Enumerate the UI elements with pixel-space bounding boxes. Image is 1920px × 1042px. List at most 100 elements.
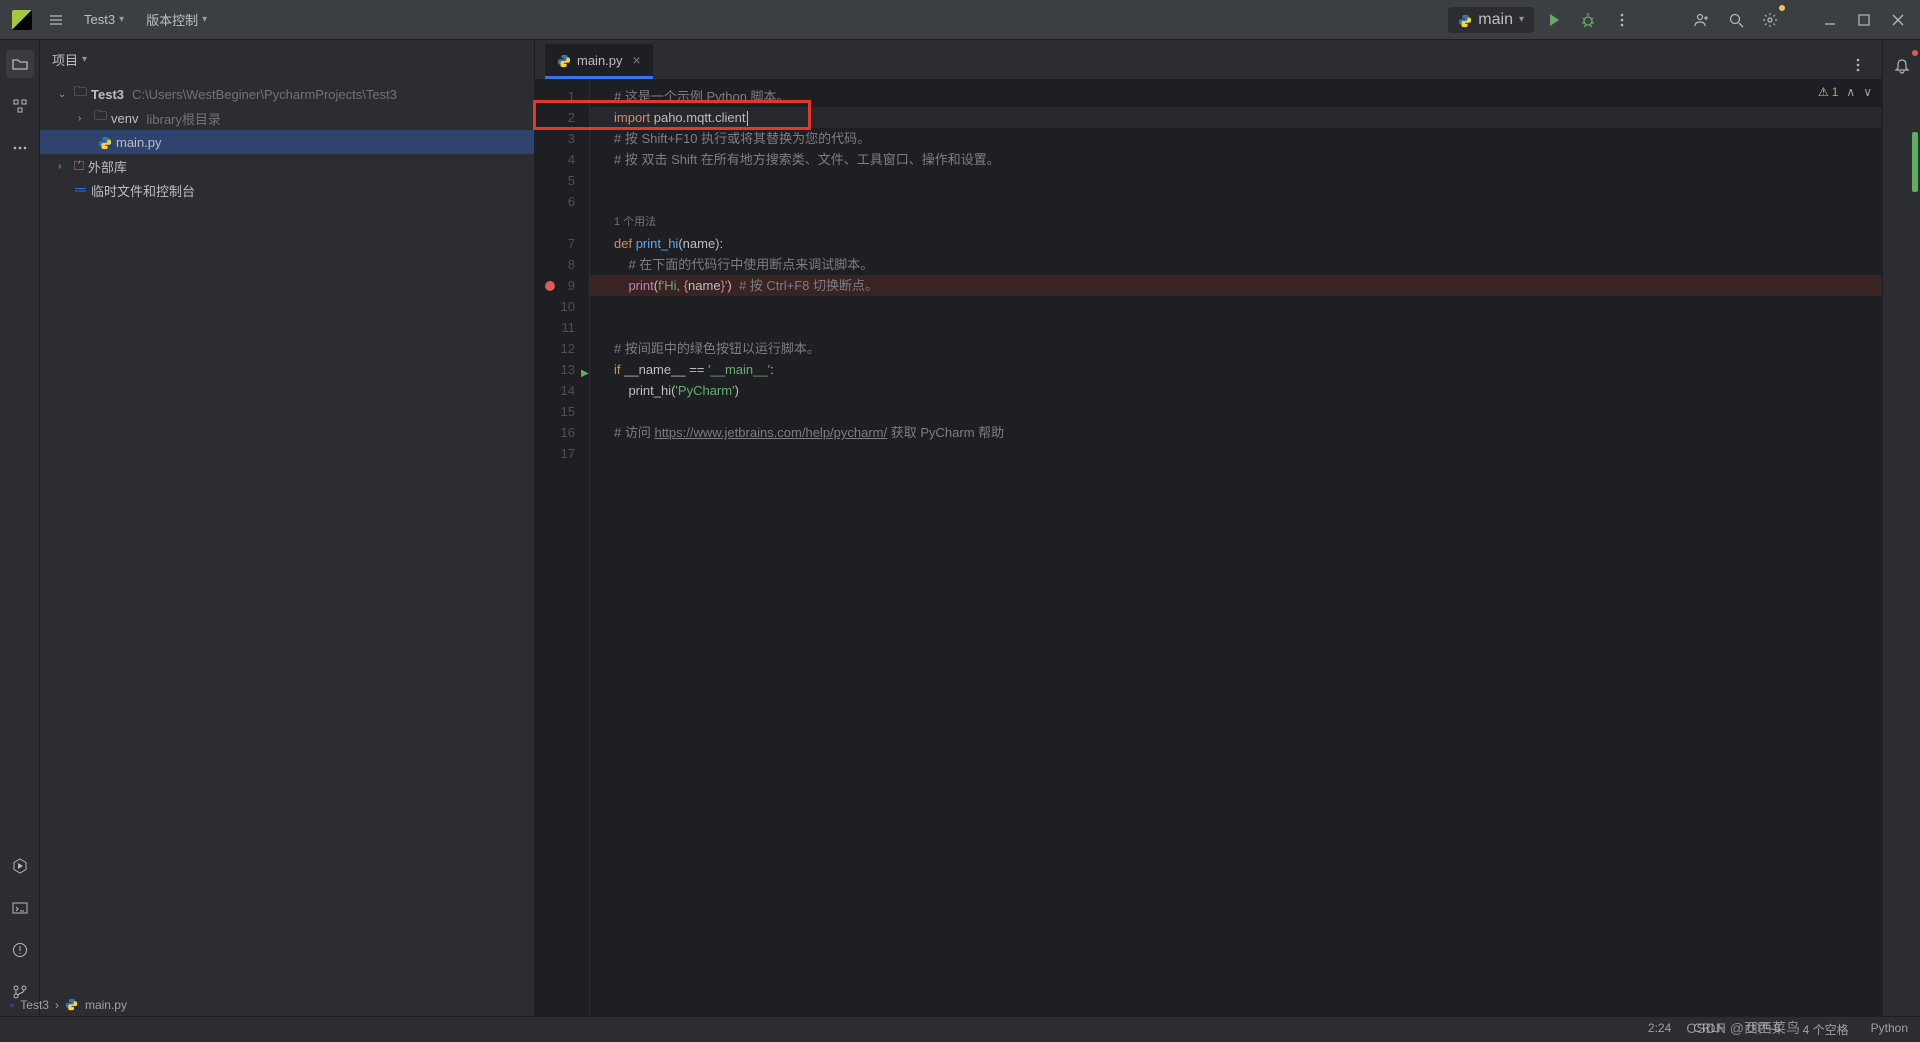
code-text: # 按 Shift+F10 执行或将其替换为您的代码。 [614, 131, 870, 146]
warning-circle-icon [12, 942, 28, 958]
editor-inspections[interactable]: ⚠1 ∧ ∨ [1818, 85, 1872, 99]
play-icon [1546, 12, 1562, 28]
code-text: f'Hi, [658, 278, 684, 293]
folder-icon [12, 56, 28, 72]
text-cursor [747, 111, 748, 126]
python-icon [1458, 13, 1472, 27]
tree-venv-hint: library根目录 [146, 109, 220, 128]
chevron-down-icon: ▾ [82, 54, 87, 65]
editor-area: main.py × 1 2 3 4 5 6 7 8 9 10 11 12 13▶… [535, 40, 1882, 1016]
tree-external-libs[interactable]: › ⏍ 外部库 [40, 154, 534, 178]
add-user-icon [1694, 12, 1710, 28]
gear-icon [1762, 12, 1778, 28]
notifications-button[interactable] [1888, 52, 1916, 80]
more-horiz-icon [12, 140, 28, 156]
maximize-icon [1856, 12, 1872, 28]
debug-button[interactable] [1574, 6, 1602, 34]
error-stripe-marker[interactable] [1912, 132, 1918, 192]
status-indent[interactable]: 4 个空格 [1803, 1021, 1849, 1038]
terminal-icon [12, 900, 28, 916]
breadcrumb-root[interactable]: Test3 [20, 998, 49, 1012]
status-language[interactable]: Python [1871, 1021, 1908, 1038]
run-config-selector[interactable]: main ▾ [1448, 7, 1534, 33]
project-selector[interactable]: Test3 ▾ [76, 8, 132, 31]
structure-tool-button[interactable] [6, 92, 34, 120]
main-menu-button[interactable] [42, 6, 70, 34]
breakpoint-icon [545, 281, 555, 291]
code-text: # 按间距中的绿色按钮以运行脚本。 [614, 341, 820, 356]
code-with-me-button[interactable] [1688, 6, 1716, 34]
settings-button[interactable] [1756, 6, 1784, 34]
more-actions-button[interactable] [1608, 6, 1636, 34]
hex-play-icon [12, 858, 28, 874]
editor-body[interactable]: 1 2 3 4 5 6 7 8 9 10 11 12 13▶ 14 15 16 … [535, 80, 1882, 1016]
more-tools-button[interactable] [6, 134, 34, 162]
maximize-window-button[interactable] [1850, 6, 1878, 34]
code-text: name [688, 278, 721, 293]
code-text: print_hi( [614, 383, 675, 398]
breadcrumb: ▫ Test3 › main.py [10, 998, 127, 1012]
project-tool-button[interactable] [6, 50, 34, 78]
editor-tab-main[interactable]: main.py × [545, 44, 653, 79]
project-panel-header[interactable]: 项目 ▾ [40, 40, 534, 78]
prev-highlight-button[interactable]: ∧ [1846, 85, 1855, 99]
minimize-icon [1822, 12, 1838, 28]
status-cursor-pos[interactable]: 2:24 [1648, 1021, 1671, 1038]
code-text: == [686, 362, 708, 377]
tree-caret-icon: › [58, 161, 70, 172]
breadcrumb-file[interactable]: main.py [85, 998, 127, 1012]
next-highlight-button[interactable]: ∨ [1863, 85, 1872, 99]
close-tab-button[interactable]: × [633, 52, 641, 68]
tree-venv-node[interactable]: › 🗀 venv library根目录 [40, 106, 534, 130]
code-text: if [614, 362, 624, 377]
run-config-label: main [1478, 11, 1513, 29]
code-text: def [614, 236, 636, 251]
left-tool-strip [0, 40, 40, 1016]
code-text: 'PyCharm' [675, 383, 734, 398]
services-tool-button[interactable] [6, 852, 34, 880]
status-line-separator[interactable]: CRLF [1693, 1021, 1724, 1038]
code-text: # 按 Ctrl+F8 切换断点。 [732, 278, 878, 293]
chevron-down-icon: ▾ [1519, 14, 1524, 25]
tree-scratches[interactable]: ≔ 临时文件和控制台 [40, 178, 534, 202]
warning-icon: ⚠ [1818, 85, 1829, 99]
code-text: '__main__' [708, 362, 770, 377]
close-window-button[interactable] [1884, 6, 1912, 34]
close-icon [1890, 12, 1906, 28]
problems-tool-button[interactable] [6, 936, 34, 964]
tree-caret-icon: › [78, 113, 90, 124]
code-text: __name__ [624, 362, 685, 377]
more-vert-icon [1850, 57, 1866, 73]
usage-hint[interactable]: 1 个用法 [590, 212, 1882, 233]
python-icon [65, 998, 79, 1012]
code-text: # 这是一个示例 Python 脚本。 [614, 89, 790, 104]
python-icon [557, 53, 571, 67]
status-encoding[interactable]: UTF-8 [1747, 1021, 1781, 1038]
hamburger-icon [48, 12, 64, 28]
search-everywhere-button[interactable] [1722, 6, 1750, 34]
editor-tab-label: main.py [577, 53, 623, 68]
breakpoint-line-9[interactable]: 9 [535, 275, 589, 296]
tree-root-node[interactable]: ⌄ 🗀 Test3 C:\Users\WestBeginer\PycharmPr… [40, 82, 534, 106]
terminal-tool-button[interactable] [6, 894, 34, 922]
top-toolbar: Test3 ▾ 版本控制 ▾ main ▾ [0, 0, 1920, 40]
minimize-window-button[interactable] [1816, 6, 1844, 34]
run-button[interactable] [1540, 6, 1568, 34]
run-gutter-line-13[interactable]: 13▶ [535, 359, 589, 380]
folder-icon: 🗀 [94, 107, 107, 129]
tree-root-label: Test3 [91, 87, 124, 102]
breadcrumb-separator: › [55, 998, 59, 1012]
code-text [614, 278, 628, 293]
editor-gutter[interactable]: 1 2 3 4 5 6 7 8 9 10 11 12 13▶ 14 15 16 … [535, 80, 590, 1016]
code-text: print [628, 278, 653, 293]
editor-code[interactable]: # 这是一个示例 Python 脚本。 import paho.mqtt.cli… [590, 80, 1882, 1016]
vcs-menu[interactable]: 版本控制 ▾ [138, 6, 215, 33]
books-icon: ⏍ [74, 158, 84, 174]
code-text: # 访问 [614, 425, 654, 440]
chevron-down-icon: ▾ [202, 14, 207, 25]
tree-file-label: main.py [116, 135, 162, 150]
tree-root-path: C:\Users\WestBeginer\PycharmProjects\Tes… [132, 87, 397, 102]
tree-scratches-label: 临时文件和控制台 [91, 181, 195, 200]
tab-actions-button[interactable] [1844, 51, 1872, 79]
tree-file-node[interactable]: main.py [40, 130, 534, 154]
